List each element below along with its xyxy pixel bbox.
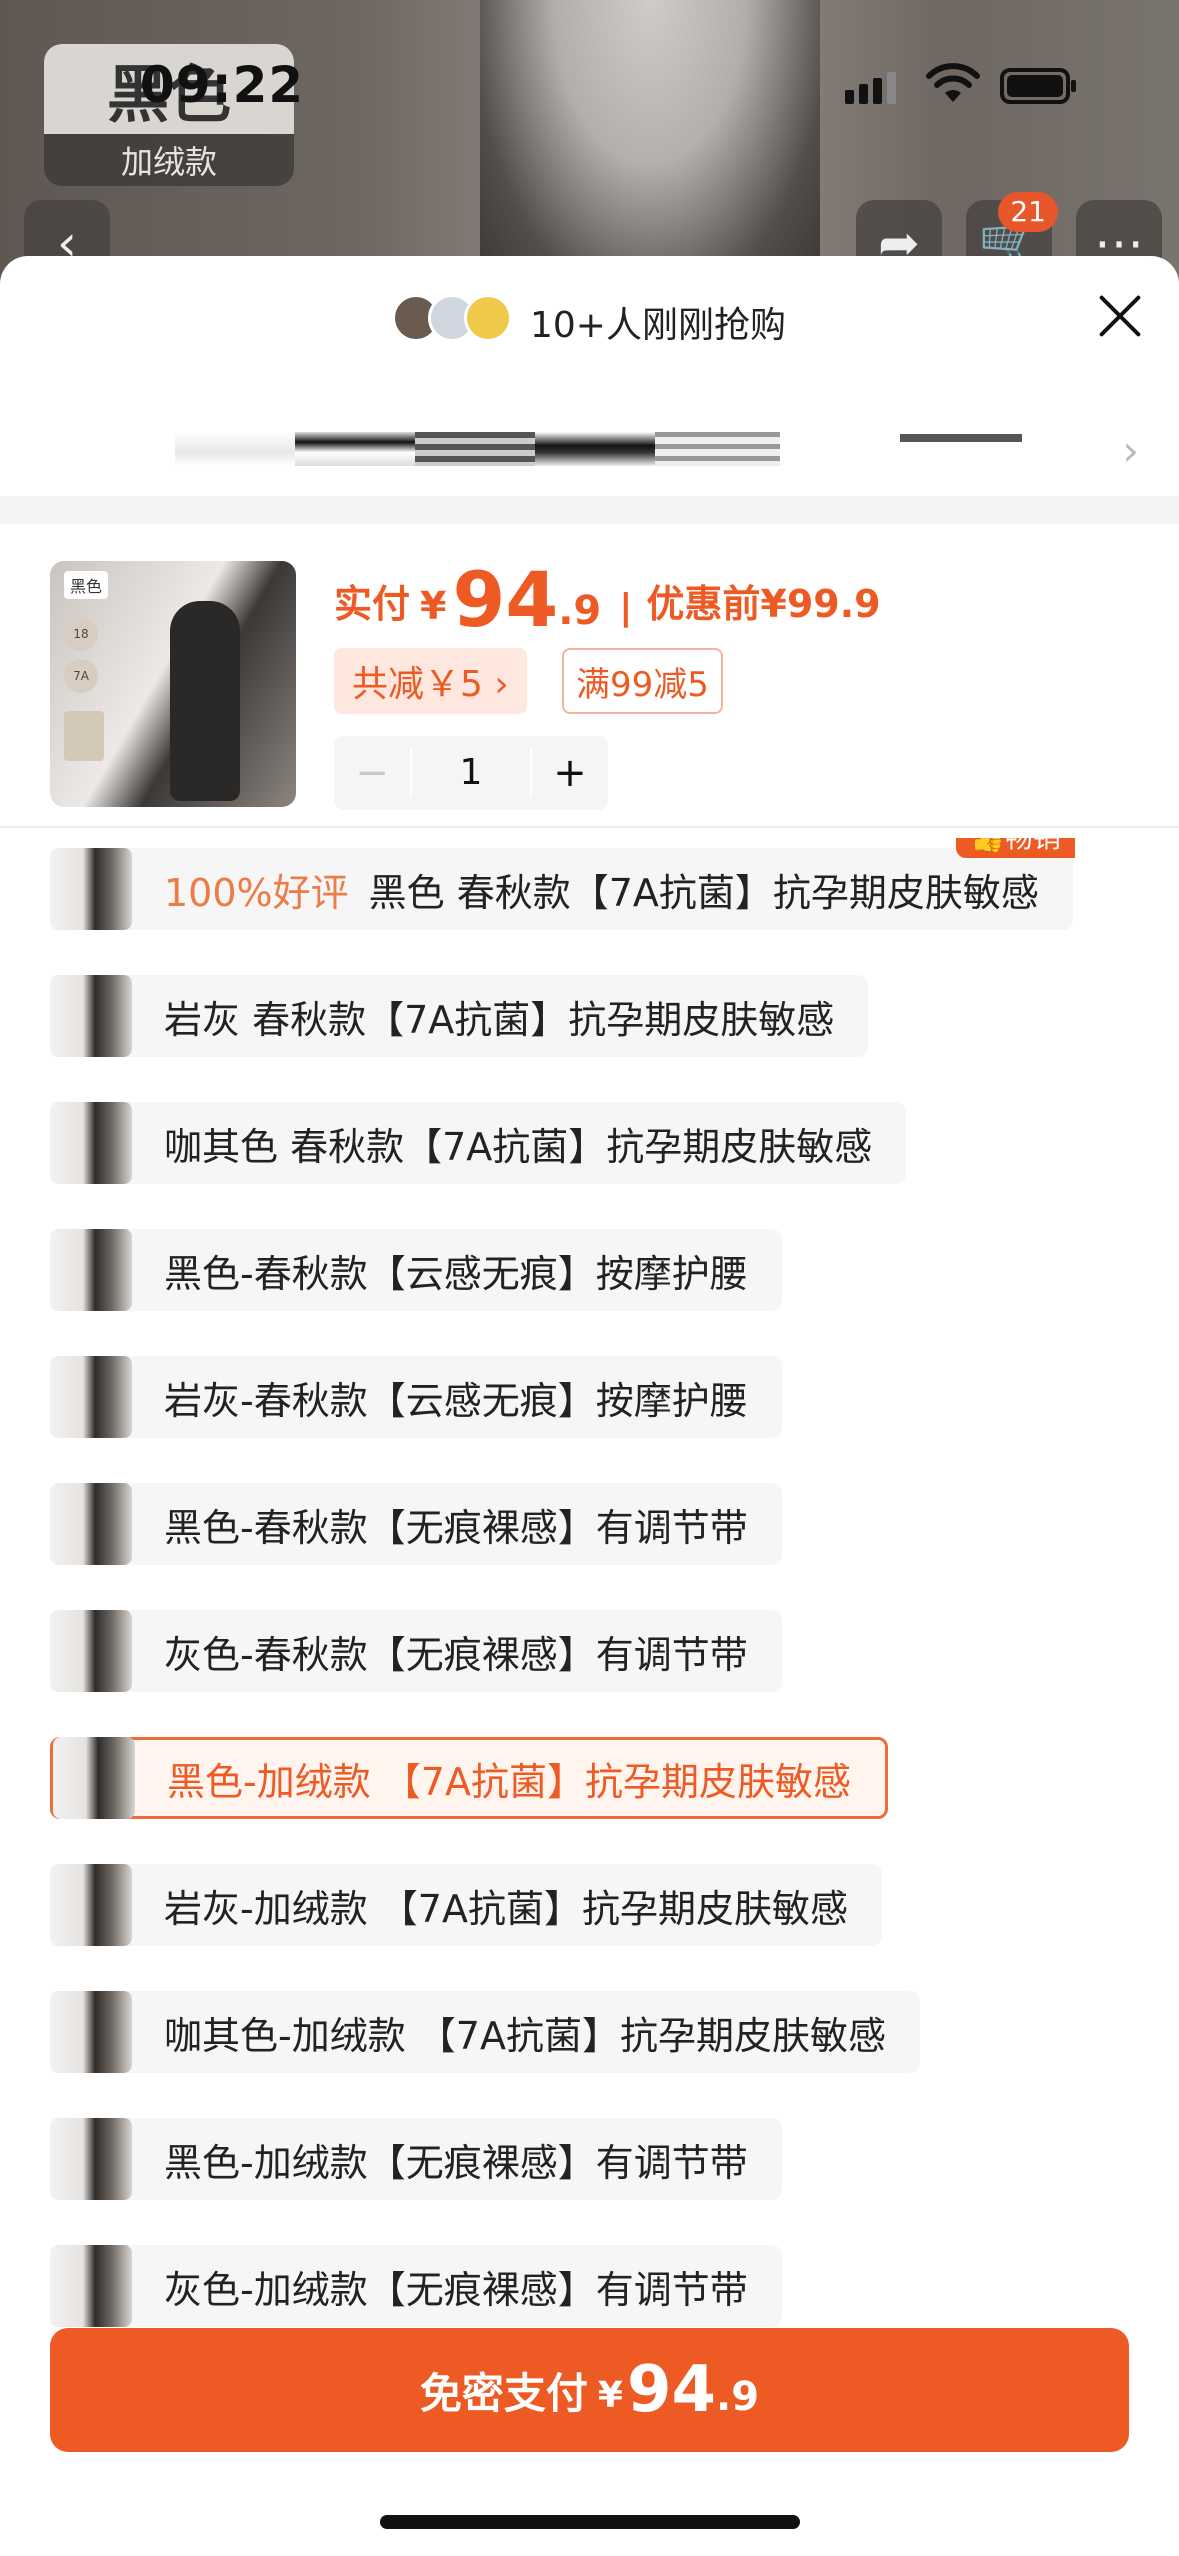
sku-option[interactable]: 黑色-加绒款【无痕裸感】有调节带 — [50, 2118, 782, 2200]
sku-option-thumbnail — [50, 1102, 132, 1184]
pay-button-label: 免密支付 — [419, 2368, 588, 2418]
price-decimal: .9 — [558, 588, 602, 634]
sku-option-thumbnail — [53, 1737, 135, 1819]
divider-line — [0, 826, 1179, 828]
sku-option[interactable]: 灰色-加绒款【无痕裸感】有调节带 — [50, 2245, 782, 2327]
sku-option-label: 灰色-加绒款【无痕裸感】有调节带 — [164, 2267, 748, 2312]
wifi-icon — [926, 63, 980, 102]
sku-option-list: 100%好评黑色 春秋款【7A抗菌】抗孕期皮肤敏感 👍畅销 岩灰 春秋款【7A抗… — [0, 838, 1179, 2556]
sku-option[interactable]: 黑色-春秋款【云感无痕】按摩护腰 — [50, 1229, 782, 1311]
sku-option-thumbnail — [50, 1864, 132, 1946]
thumbnail-color-label: 黑色 — [64, 571, 109, 599]
battery-icon — [1000, 68, 1076, 104]
original-price: 优惠前¥99.9 — [646, 582, 881, 626]
close-button[interactable] — [1089, 286, 1149, 346]
price-integer: 94 — [452, 555, 559, 644]
feature-chip-icon: 18 — [64, 617, 98, 651]
decrease-button[interactable]: − — [334, 750, 410, 796]
sku-option-label: 咖其色 春秋款【7A抗菌】抗孕期皮肤敏感 — [164, 1124, 873, 1169]
buyer-avatars — [392, 294, 512, 342]
sku-option[interactable]: 灰色-春秋款【无痕裸感】有调节带 — [50, 1610, 782, 1692]
sku-option[interactable]: 岩灰 春秋款【7A抗菌】抗孕期皮肤敏感 — [50, 975, 869, 1057]
cart-count-badge: 21 — [998, 192, 1058, 232]
sku-option[interactable]: 黑色-春秋款【无痕裸感】有调节带 — [50, 1483, 782, 1565]
sku-option[interactable]: 咖其色-加绒款 【7A抗菌】抗孕期皮肤敏感 — [50, 1991, 920, 2073]
sku-option-label: 咖其色-加绒款 【7A抗菌】抗孕期皮肤敏感 — [164, 2013, 886, 2058]
sku-option-thumbnail — [50, 975, 132, 1057]
sku-option-label: 黑色 春秋款【7A抗菌】抗孕期皮肤敏感 — [368, 870, 1039, 915]
section-divider — [0, 496, 1179, 524]
sku-option-label: 灰色-春秋款【无痕裸感】有调节带 — [164, 1632, 748, 1677]
home-indicator[interactable] — [380, 2515, 800, 2529]
fabric-swatch — [64, 711, 104, 761]
bestseller-badge-text: 畅销 — [1005, 838, 1061, 854]
signal-icon — [845, 72, 896, 104]
sku-option-thumbnail — [50, 1356, 132, 1438]
sku-option-label: 岩灰-加绒款 【7A抗菌】抗孕期皮肤敏感 — [164, 1886, 848, 1931]
sku-option[interactable]: 咖其色 春秋款【7A抗菌】抗孕期皮肤敏感 — [50, 1102, 907, 1184]
good-rating-text: 100%好评 — [164, 870, 349, 915]
sku-option[interactable]: 岩灰-春秋款【云感无痕】按摩护腰 — [50, 1356, 782, 1438]
product-leggings — [170, 601, 240, 801]
sku-option-thumbnail — [50, 1483, 132, 1565]
sku-option-label: 黑色-春秋款【云感无痕】按摩护腰 — [164, 1251, 748, 1296]
quantity-stepper: − 1 + — [334, 736, 608, 810]
total-discount-tag[interactable]: 共减￥5 › — [334, 648, 527, 714]
product-thumbnail[interactable]: 黑色 18 7A — [50, 561, 296, 807]
sheet-header: 10+人刚刚抢购 — [0, 256, 1179, 376]
sku-option-thumbnail — [50, 1229, 132, 1311]
sku-option[interactable]: 岩灰-加绒款 【7A抗菌】抗孕期皮肤敏感 — [50, 1864, 882, 1946]
recent-buyers-text: 10+人刚刚抢购 — [530, 305, 786, 346]
price-prefix: 实付 — [334, 582, 411, 626]
price-separator: | — [619, 587, 633, 628]
sku-option-thumbnail — [50, 1991, 132, 2073]
quantity-value[interactable]: 1 — [410, 748, 532, 798]
price-row: 实付 ¥ 94 .9 | 优惠前¥99.9 — [334, 562, 881, 638]
coupon-tag: 满99减5 — [562, 648, 723, 714]
feature-chip-icon: 7A — [64, 659, 98, 693]
status-time: 09:22 — [140, 56, 305, 114]
sku-option-thumbnail — [50, 1610, 132, 1692]
status-bar: 09:22 — [0, 0, 1179, 150]
sku-option-thumbnail — [50, 2118, 132, 2200]
sku-option-label: 岩灰 春秋款【7A抗菌】抗孕期皮肤敏感 — [164, 997, 835, 1042]
sku-option-selected[interactable]: 黑色-加绒款 【7A抗菌】抗孕期皮肤敏感 — [50, 1737, 888, 1819]
avatar — [464, 294, 512, 342]
bestseller-badge: 👍畅销 — [956, 838, 1075, 858]
sku-option-label: 黑色-加绒款【无痕裸感】有调节带 — [164, 2140, 748, 2185]
chevron-right-icon[interactable]: › — [1122, 426, 1139, 475]
sku-option-label: 黑色-春秋款【无痕裸感】有调节带 — [164, 1505, 748, 1550]
sku-selection-sheet: 10+人刚刚抢购 › 黑色 18 7A 实付 ¥ 94 .9 | 优惠前¥99.… — [0, 256, 1179, 2556]
sku-option-thumbnail — [50, 848, 132, 930]
currency-symbol: ¥ — [420, 584, 447, 628]
sku-option[interactable]: 100%好评黑色 春秋款【7A抗菌】抗孕期皮肤敏感 👍畅销 — [50, 838, 1075, 930]
pay-amount-integer: 94 — [626, 2353, 717, 2427]
increase-button[interactable]: + — [532, 750, 608, 796]
sku-option-label: 黑色-加绒款 【7A抗菌】抗孕期皮肤敏感 — [167, 1759, 851, 1804]
pay-button[interactable]: 免密支付 ¥ 94 .9 — [50, 2328, 1129, 2452]
sku-option-thumbnail — [50, 2245, 132, 2327]
pay-currency: ¥ — [597, 2374, 623, 2416]
pay-amount-decimal: .9 — [716, 2374, 760, 2420]
sku-option-label: 岩灰-春秋款【云感无痕】按摩护腰 — [164, 1378, 748, 1423]
variant-thumbnail-strip[interactable]: › — [0, 416, 1179, 496]
